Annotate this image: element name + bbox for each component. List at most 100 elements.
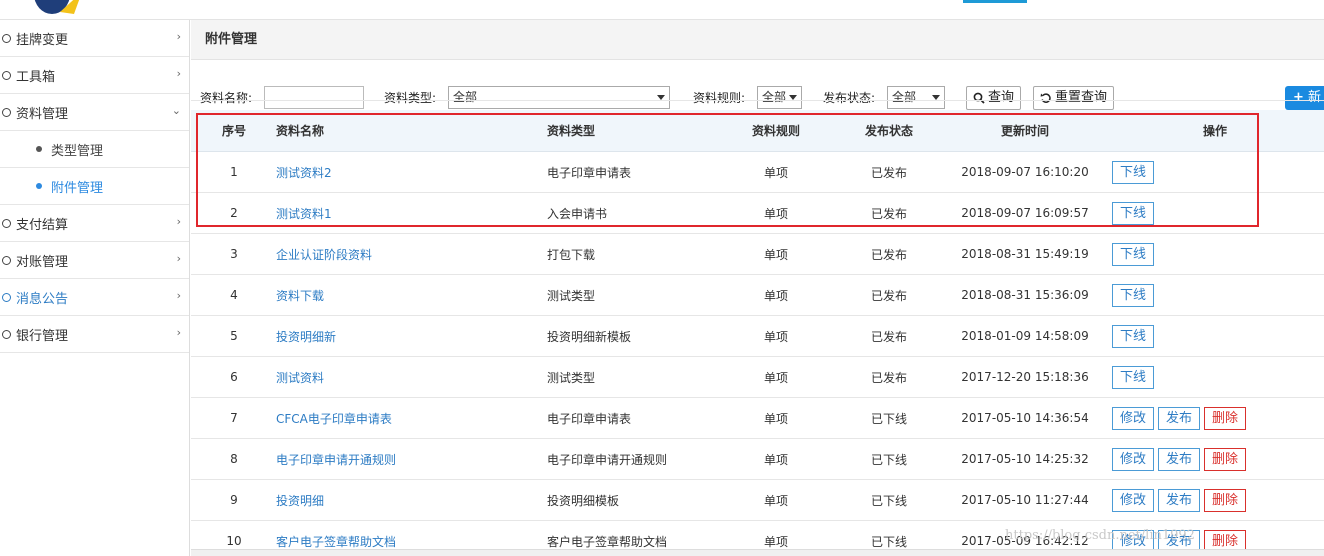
chevron-right-icon: › bbox=[176, 326, 181, 339]
row-type: 电子印章申请开通规则 bbox=[547, 452, 668, 467]
sidebar-item-reconciliation[interactable]: 对账管理 › bbox=[0, 242, 189, 279]
col-status: 发布状态 bbox=[864, 124, 913, 138]
row-name-link[interactable]: 资料下载 bbox=[276, 275, 324, 315]
sidebar-item-listing-change[interactable]: 挂牌变更 › bbox=[0, 20, 189, 57]
table-row: 9 投资明细 投资明细模板 单项 已下线 2017-05-10 11:27:44 修改 发布删… bbox=[191, 480, 1324, 521]
row-index: 3 bbox=[230, 247, 238, 261]
col-index: 序号 bbox=[221, 124, 246, 138]
edit-button[interactable]: 修改 bbox=[1112, 488, 1155, 512]
row-actions: 下线 bbox=[1112, 234, 1158, 274]
row-type: 电子印章申请表 bbox=[547, 165, 632, 180]
row-updated: 2018-01-09 14:58:09 bbox=[961, 329, 1089, 343]
row-rule: 单项 bbox=[763, 493, 788, 508]
attachments-table: 序号 资料名称 资料类型 资料规则 发布状态 更新时间 操作 1 测试资料2 电子印… bbox=[191, 110, 1324, 556]
publish-button[interactable]: 发布 bbox=[1158, 406, 1201, 430]
row-actions: 下线 bbox=[1112, 275, 1158, 315]
row-status: 已发布 bbox=[870, 165, 907, 180]
offline-button[interactable]: 下线 bbox=[1112, 160, 1155, 184]
circle-icon bbox=[2, 292, 11, 302]
active-nav-indicator bbox=[963, 0, 1027, 3]
row-updated: 2018-09-07 16:10:20 bbox=[961, 165, 1089, 179]
sidebar-item-bank-management[interactable]: 银行管理 › bbox=[0, 316, 189, 353]
table-row: 7 CFCA电子印章申请表 电子印章申请表 单项 已下线 2017-05-10 14:36… bbox=[191, 398, 1324, 439]
publish-button[interactable]: 发布 bbox=[1158, 488, 1201, 512]
row-updated: 2018-08-31 15:36:09 bbox=[961, 288, 1089, 302]
row-status: 已发布 bbox=[870, 329, 907, 344]
row-index: 8 bbox=[230, 452, 238, 466]
circle-icon bbox=[2, 218, 11, 228]
offline-button[interactable]: 下线 bbox=[1112, 324, 1155, 348]
col-ops: 操作 bbox=[1202, 124, 1227, 138]
chevron-right-icon: › bbox=[176, 30, 181, 43]
offline-button[interactable]: 下线 bbox=[1112, 201, 1155, 225]
row-name-link[interactable]: 电子印章申请开通规则 bbox=[276, 439, 396, 479]
main-content: 附件管理 资料名称: 资料类型: 全部 资料规则: 全部 发布状态: 全部 查询 bbox=[191, 20, 1324, 556]
type-filter-select[interactable]: 全部 bbox=[448, 86, 670, 109]
table-row: 5 投资明细新 投资明细新模板 单项 已发布 2018-01-09 14:58:09 下线 bbox=[191, 316, 1324, 357]
row-type: 入会申请书 bbox=[547, 206, 608, 221]
delete-button[interactable]: 删除 bbox=[1204, 488, 1247, 512]
sidebar-item-payment-settlement[interactable]: 支付结算 › bbox=[0, 205, 189, 242]
table-row: 1 测试资料2 电子印章申请表 单项 已发布 2018-09-07 16:10:20 下线 bbox=[191, 152, 1324, 193]
row-name-link[interactable]: 测试资料 bbox=[276, 357, 324, 397]
reset-icon bbox=[1040, 93, 1051, 103]
delete-button[interactable]: 删除 bbox=[1204, 447, 1247, 471]
sidebar-subitem-attachment-management[interactable]: 附件管理 bbox=[0, 168, 189, 205]
circle-icon bbox=[2, 329, 11, 339]
row-rule: 单项 bbox=[763, 206, 788, 221]
query-button[interactable]: 查询 bbox=[966, 86, 1022, 110]
sidebar-subitem-type-management[interactable]: 类型管理 bbox=[0, 131, 189, 168]
circle-icon bbox=[2, 33, 11, 43]
row-index: 4 bbox=[230, 288, 238, 302]
row-name-link[interactable]: 测试资料1 bbox=[276, 193, 332, 233]
circle-icon bbox=[2, 255, 11, 265]
reset-query-button[interactable]: 重置查询 bbox=[1033, 86, 1115, 110]
table-row: 3 企业认证阶段资料 打包下载 单项 已发布 2018-08-31 15:49:19 下线 bbox=[191, 234, 1324, 275]
edit-button[interactable]: 修改 bbox=[1112, 406, 1155, 430]
status-filter-label: 发布状态: bbox=[823, 91, 876, 105]
offline-button[interactable]: 下线 bbox=[1112, 283, 1155, 307]
chevron-right-icon: › bbox=[176, 215, 181, 228]
row-status: 已下线 bbox=[870, 493, 907, 508]
row-actions: 下线 bbox=[1112, 316, 1158, 356]
delete-button[interactable]: 删除 bbox=[1204, 406, 1247, 430]
name-filter-input[interactable] bbox=[264, 86, 364, 109]
col-type: 资料类型 bbox=[547, 124, 596, 138]
new-button[interactable]: + 新 bbox=[1285, 86, 1324, 110]
row-rule: 单项 bbox=[763, 165, 788, 180]
rule-filter-select[interactable]: 全部 bbox=[757, 86, 802, 109]
circle-icon bbox=[2, 107, 11, 117]
row-name-link[interactable]: CFCA电子印章申请表 bbox=[276, 398, 392, 438]
table-row: 6 测试资料 测试类型 单项 已发布 2017-12-20 15:18:36 下线 bbox=[191, 357, 1324, 398]
row-name-link[interactable]: 投资明细新 bbox=[276, 316, 336, 356]
row-type: 投资明细新模板 bbox=[547, 329, 632, 344]
row-name-link[interactable]: 投资明细 bbox=[276, 480, 324, 520]
row-updated: 2017-05-10 11:27:44 bbox=[961, 493, 1089, 507]
sidebar-item-document-management[interactable]: 资料管理 ⌄ bbox=[0, 94, 189, 131]
row-updated: 2018-08-31 15:49:19 bbox=[961, 247, 1089, 261]
horizontal-scrollbar[interactable] bbox=[191, 549, 1324, 556]
row-updated: 2018-09-07 16:09:57 bbox=[961, 206, 1089, 220]
table-header: 序号 资料名称 资料类型 资料规则 发布状态 更新时间 操作 bbox=[191, 110, 1324, 152]
table-row: 4 资料下载 测试类型 单项 已发布 2018-08-31 15:36:09 下线 bbox=[191, 275, 1324, 316]
sidebar-item-announcements[interactable]: 消息公告 › bbox=[0, 279, 189, 316]
sidebar-item-toolbox[interactable]: 工具箱 › bbox=[0, 57, 189, 94]
bullet-icon bbox=[36, 146, 42, 152]
row-name-link[interactable]: 测试资料2 bbox=[276, 152, 332, 192]
publish-button[interactable]: 发布 bbox=[1158, 447, 1201, 471]
row-status: 已下线 bbox=[870, 452, 907, 467]
row-name-link[interactable]: 企业认证阶段资料 bbox=[276, 234, 372, 274]
edit-button[interactable]: 修改 bbox=[1112, 447, 1155, 471]
rule-filter-label: 资料规则: bbox=[693, 91, 746, 105]
row-actions: 下线 bbox=[1112, 357, 1158, 397]
search-icon bbox=[973, 92, 985, 104]
offline-button[interactable]: 下线 bbox=[1112, 242, 1155, 266]
row-status: 已发布 bbox=[870, 370, 907, 385]
col-name: 资料名称 bbox=[276, 124, 325, 138]
row-index: 7 bbox=[230, 411, 238, 425]
row-index: 1 bbox=[230, 165, 238, 179]
row-index: 5 bbox=[230, 329, 238, 343]
status-filter-select[interactable]: 全部 bbox=[887, 86, 945, 109]
row-rule: 单项 bbox=[763, 329, 788, 344]
offline-button[interactable]: 下线 bbox=[1112, 365, 1155, 389]
